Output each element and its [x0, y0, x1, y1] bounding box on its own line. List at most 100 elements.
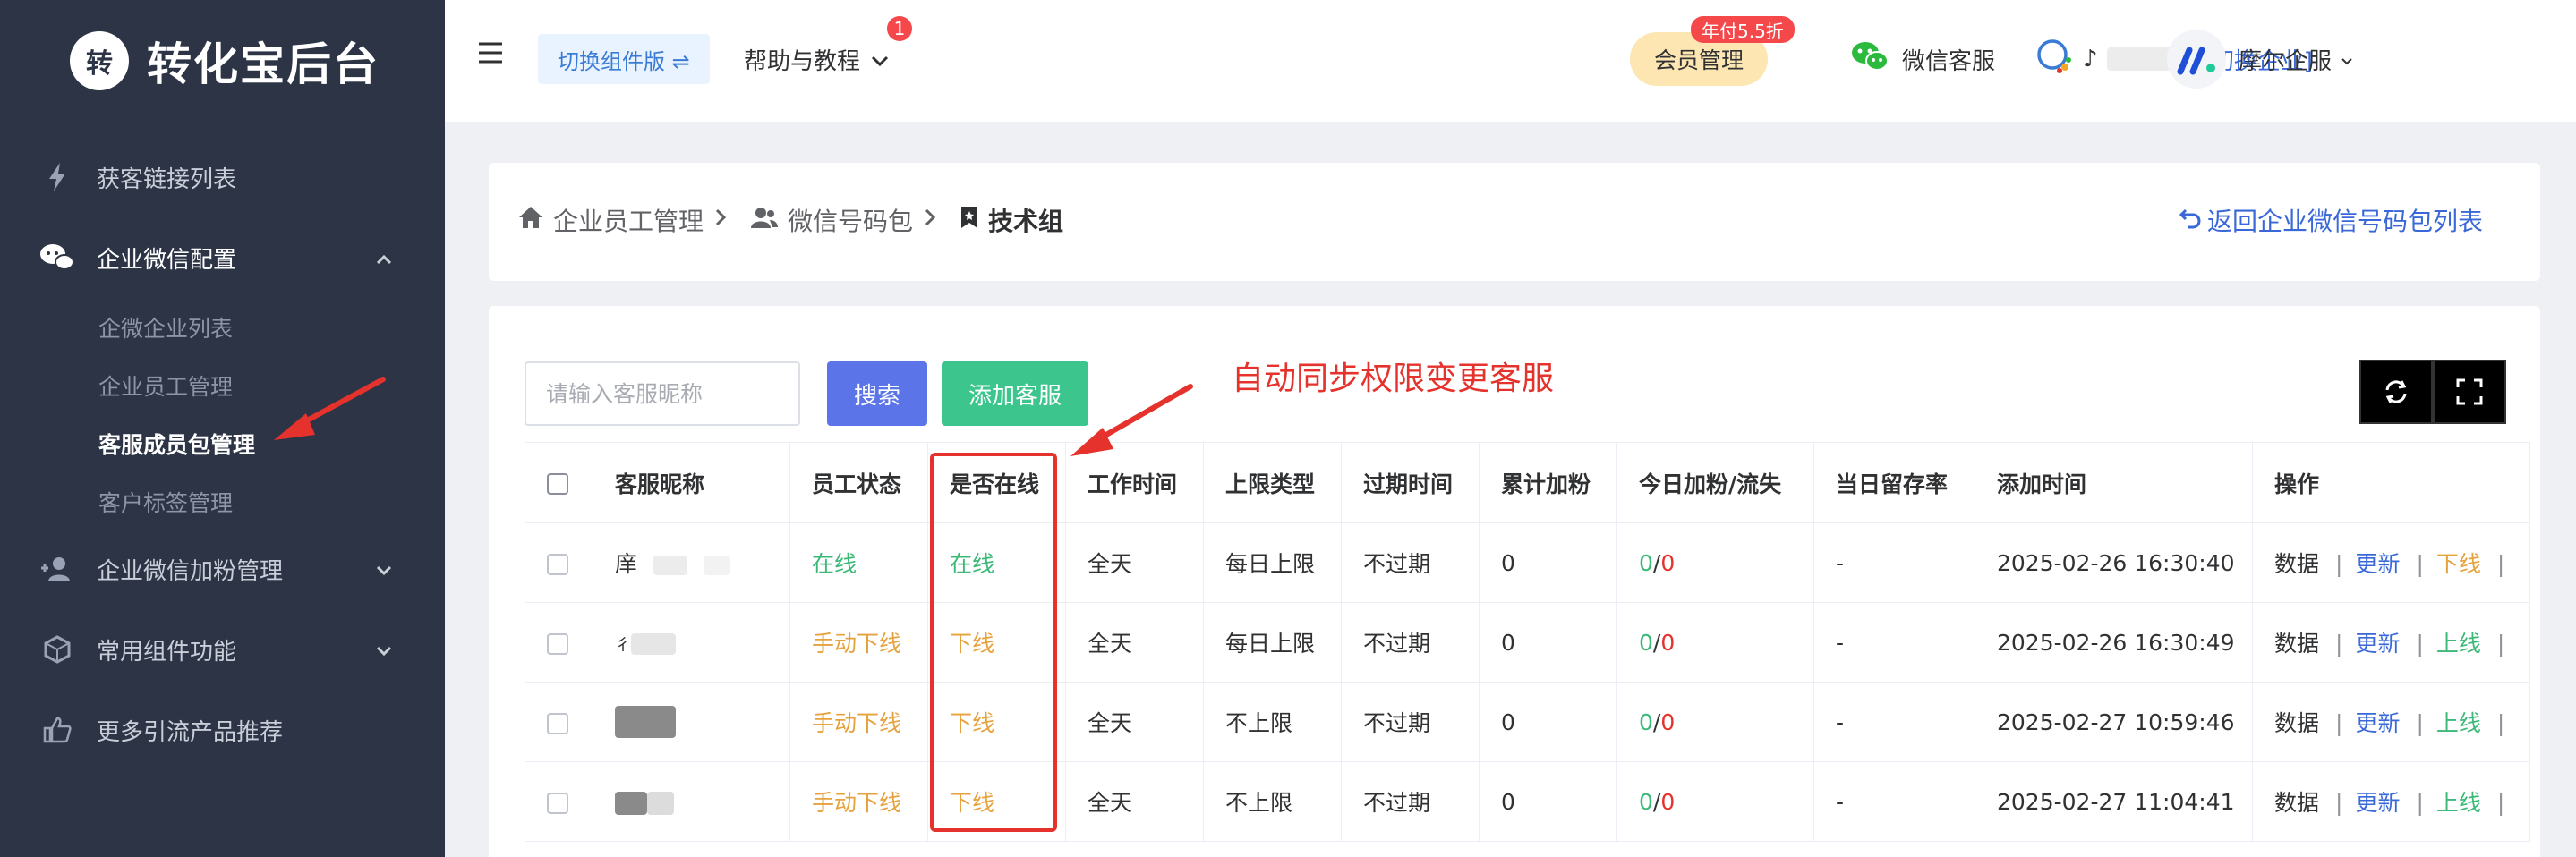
wechat-work-icon — [39, 242, 75, 273]
select-all-checkbox[interactable] — [525, 442, 593, 523]
column-header[interactable]: 操作 — [2252, 442, 2530, 523]
employee-status-cell: 手动下线 — [789, 761, 928, 842]
online-link[interactable]: 上线 — [2436, 710, 2481, 736]
row-checkbox[interactable] — [525, 602, 593, 683]
nickname-search-input[interactable] — [525, 361, 800, 426]
limit-type-cell: 不上限 — [1203, 761, 1342, 842]
operations-cell: 数据 | 更新 | 下线 | — [2252, 522, 2530, 603]
nickname-cell: 庠 — [593, 522, 790, 603]
breadcrumb-label: 企业员工管理 — [553, 207, 704, 236]
undo-icon — [2179, 206, 2202, 235]
employee-status-cell: 手动下线 — [789, 682, 928, 762]
today-fans-cell: 0/0 — [1616, 682, 1814, 762]
bolt-icon — [39, 163, 75, 191]
breadcrumb-wechat-package[interactable]: 微信号码包 — [750, 202, 913, 238]
switch-component-version-button[interactable]: 切换组件版 ⇌ — [538, 34, 710, 84]
column-header[interactable]: 工作时间 — [1065, 442, 1204, 523]
nickname-cell: 彳 — [593, 602, 790, 683]
retention-cell: - — [1813, 522, 1975, 603]
column-header[interactable]: 过期时间 — [1341, 442, 1480, 523]
data-link[interactable]: 数据 — [2274, 551, 2319, 577]
user-menu[interactable]: 摩尔企服 — [2167, 27, 2353, 91]
column-header[interactable]: 累计加粉 — [1479, 442, 1617, 523]
cube-icon — [39, 635, 75, 664]
column-header[interactable]: 上限类型 — [1203, 442, 1342, 523]
work-time-cell: 全天 — [1065, 682, 1204, 762]
wechat-icon — [1850, 40, 1889, 79]
sidebar-item-wechat-config[interactable]: 企业微信配置 — [0, 231, 445, 284]
added-time-cell: 2025-02-27 11:04:41 — [1975, 761, 2253, 842]
content-card: 搜索 添加客服 自动同步权限变更客服 客服昵称 员工状态 是否在线 工作时间 上… — [489, 306, 2540, 857]
wechat-work-icon — [2036, 38, 2076, 81]
chevron-down-icon — [376, 636, 392, 663]
sidebar-item-recommendations[interactable]: 更多引流产品推荐 — [0, 703, 445, 757]
sidebar-item-components[interactable]: 常用组件功能 — [0, 623, 445, 676]
retention-cell: - — [1813, 761, 1975, 842]
row-checkbox[interactable] — [525, 522, 593, 603]
annotation-text: 自动同步权限变更客服 — [1232, 361, 1555, 397]
table-row: 庠 在线 在线 全天 每日上限 不过期 0 0/0 - 2025-02-26 1… — [525, 522, 2530, 603]
operations-cell: 数据 | 更新 | 上线 | — [2252, 761, 2530, 842]
limit-type-cell: 每日上限 — [1203, 602, 1342, 683]
data-link[interactable]: 数据 — [2274, 710, 2319, 736]
total-fans-cell: 0 — [1479, 682, 1617, 762]
home-icon — [517, 205, 544, 236]
data-link[interactable]: 数据 — [2274, 631, 2319, 657]
breadcrumb-card: 企业员工管理 微信号码包 技术组 返回企业微信号码包列表 — [489, 163, 2540, 281]
online-link[interactable]: 上线 — [2436, 790, 2481, 816]
online-link[interactable]: 上线 — [2436, 631, 2481, 657]
help-tutorial-menu[interactable]: 帮助与教程 — [744, 34, 889, 84]
sidebar-sub-item-tag-management[interactable]: 客户标签管理 — [98, 484, 233, 520]
nickname-cell — [593, 682, 790, 762]
wechat-service-label: 微信客服 — [1902, 47, 1996, 75]
column-header[interactable]: 是否在线 — [927, 442, 1066, 523]
back-to-package-list-link[interactable]: 返回企业微信号码包列表 — [2179, 202, 2483, 238]
sidebar-sub-item-member-package[interactable]: 客服成员包管理 — [98, 426, 255, 462]
brand-title: 转化宝后台 — [147, 38, 380, 90]
work-time-cell: 全天 — [1065, 761, 1204, 842]
breadcrumb-employee-management[interactable]: 企业员工管理 — [517, 202, 704, 238]
update-link[interactable]: 更新 — [2355, 790, 2400, 816]
total-fans-cell: 0 — [1479, 602, 1617, 683]
data-link[interactable]: 数据 — [2274, 790, 2319, 816]
sidebar-item-label: 常用组件功能 — [97, 638, 237, 666]
column-header[interactable]: 今日加粉/流失 — [1616, 442, 1814, 523]
online-status-cell: 下线 — [927, 602, 1066, 683]
sidebar-item-customer-links[interactable]: 获客链接列表 — [0, 150, 445, 204]
column-header[interactable]: 添加时间 — [1975, 442, 2253, 523]
column-header[interactable]: 客服昵称 — [593, 442, 790, 523]
fullscreen-icon[interactable] — [2433, 360, 2506, 424]
search-button[interactable]: 搜索 — [827, 361, 927, 426]
refresh-icon[interactable] — [2359, 360, 2433, 424]
add-service-button[interactable]: 添加客服 — [942, 361, 1088, 426]
update-link[interactable]: 更新 — [2355, 631, 2400, 657]
operations-cell: 数据 | 更新 | 上线 | — [2252, 682, 2530, 762]
wechat-service-link[interactable]: 微信客服 — [1850, 34, 1995, 84]
total-fans-cell: 0 — [1479, 522, 1617, 603]
sidebar-sub-item-enterprise-list[interactable]: 企微企业列表 — [98, 310, 233, 345]
employee-status-cell: 手动下线 — [789, 602, 928, 683]
add-user-icon — [39, 556, 75, 581]
sidebar-item-label: 获客链接列表 — [97, 165, 237, 193]
limit-type-cell: 不上限 — [1203, 682, 1342, 762]
sidebar-item-fan-management[interactable]: 企业微信加粉管理 — [0, 542, 445, 596]
update-link[interactable]: 更新 — [2355, 710, 2400, 736]
expire-cell: 不过期 — [1341, 522, 1480, 603]
row-checkbox[interactable] — [525, 761, 593, 842]
sidebar-sub-item-employee-management[interactable]: 企业员工管理 — [98, 368, 233, 403]
limit-type-cell: 每日上限 — [1203, 522, 1342, 603]
chevron-up-icon — [376, 244, 392, 271]
column-header[interactable]: 员工状态 — [789, 442, 928, 523]
chevron-down-icon — [2341, 46, 2353, 72]
sidebar-item-label: 更多引流产品推荐 — [97, 718, 284, 746]
menu-toggle-icon[interactable] — [477, 41, 504, 64]
total-fans-cell: 0 — [1479, 761, 1617, 842]
breadcrumb-label: 微信号码包 — [788, 207, 914, 236]
update-link[interactable]: 更新 — [2355, 551, 2400, 577]
chevron-down-icon — [871, 46, 889, 72]
offline-link[interactable]: 下线 — [2436, 551, 2481, 577]
column-header[interactable]: 当日留存率 — [1813, 442, 1975, 523]
service-member-table: 客服昵称 员工状态 是否在线 工作时间 上限类型 过期时间 累计加粉 今日加粉/… — [525, 442, 2530, 842]
work-time-cell: 全天 — [1065, 522, 1204, 603]
row-checkbox[interactable] — [525, 682, 593, 762]
